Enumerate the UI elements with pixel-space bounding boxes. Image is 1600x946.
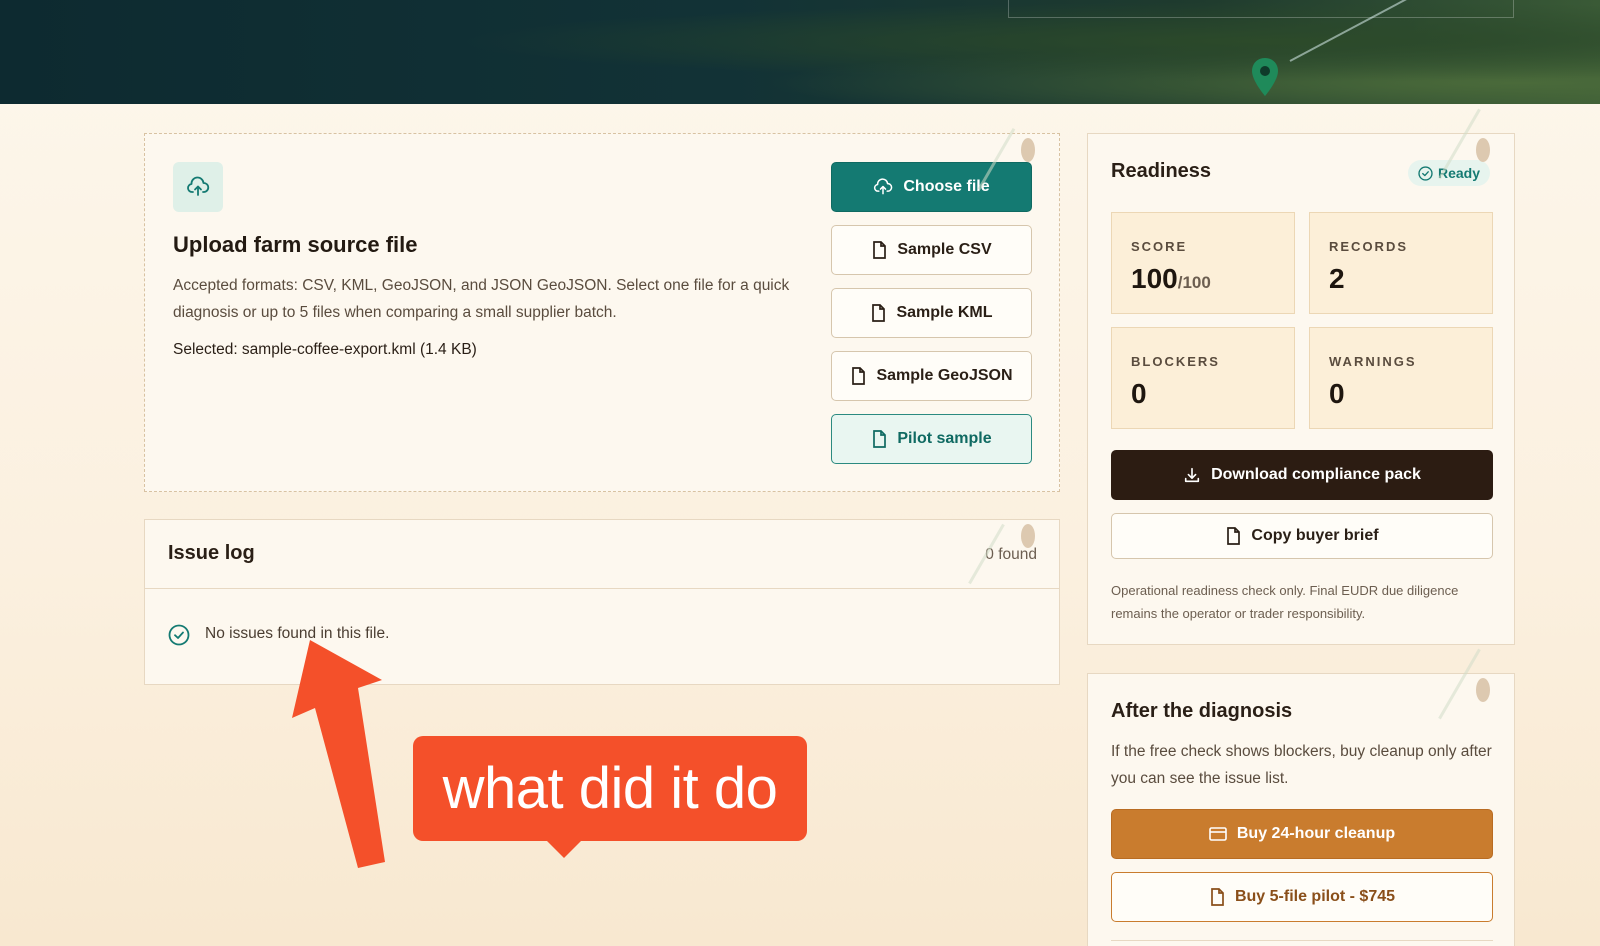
divider: [1111, 940, 1493, 941]
upload-card: Upload farm source file Accepted formats…: [144, 127, 1060, 492]
download-compliance-pack-button[interactable]: Download compliance pack: [1111, 450, 1493, 500]
choose-file-button[interactable]: Choose file: [831, 162, 1032, 212]
file-icon: [873, 430, 887, 448]
warnings-stat: WARNINGS 0: [1309, 327, 1493, 429]
file-icon: [852, 367, 866, 385]
pilot-sample-label: Pilot sample: [897, 430, 992, 447]
buy-cleanup-label: Buy 24-hour cleanup: [1236, 825, 1396, 842]
coffee-bean-decoration: [1476, 138, 1490, 162]
sample-kml-button[interactable]: Sample KML: [831, 288, 1032, 338]
check-circle-icon: [1418, 165, 1433, 181]
score-label: SCORE: [1131, 239, 1188, 254]
file-icon: [872, 304, 886, 322]
sample-csv-button[interactable]: Sample CSV: [831, 225, 1032, 275]
upload-cloud-icon: [187, 176, 210, 196]
upload-icon-box: [173, 162, 223, 212]
score-value: 100/100: [1131, 263, 1211, 295]
hero-overlay-box: [1008, 0, 1514, 18]
records-label: RECORDS: [1329, 239, 1409, 254]
pilot-sample-button[interactable]: Pilot sample: [831, 414, 1032, 464]
warnings-value: 0: [1329, 378, 1345, 409]
issue-count: 0 found: [985, 546, 1037, 563]
blockers-label: BLOCKERS: [1131, 354, 1220, 369]
download-icon: [1184, 467, 1200, 483]
after-diagnosis-title: After the diagnosis: [1111, 700, 1293, 722]
selected-file-label: Selected: sample-coffee-export.kml (1.4 …: [173, 341, 477, 358]
score-max: /100: [1177, 273, 1211, 292]
score-stat: SCORE 100/100: [1111, 212, 1295, 314]
sample-geojson-button[interactable]: Sample GeoJSON: [831, 351, 1032, 401]
records-stat: RECORDS 2: [1309, 212, 1493, 314]
file-icon: [873, 241, 887, 259]
coffee-bean-decoration: [1021, 138, 1035, 162]
readiness-title: Readiness: [1111, 160, 1212, 182]
buy-pilot-label: Buy 5-file pilot - $745: [1234, 888, 1396, 905]
records-value: 2: [1329, 263, 1345, 294]
coffee-bean-decoration: [1476, 678, 1490, 702]
coffee-bean-decoration: [1021, 524, 1035, 548]
file-icon: [1211, 888, 1224, 906]
download-label: Download compliance pack: [1211, 466, 1421, 483]
file-icon: [1227, 527, 1241, 545]
map-pin-icon: [1252, 58, 1278, 96]
buy-cleanup-button[interactable]: Buy 24-hour cleanup: [1111, 809, 1493, 859]
readiness-card: Readiness Ready SCORE 100/100 RECORDS 2 …: [1087, 108, 1515, 645]
blockers-stat: BLOCKERS 0: [1111, 327, 1295, 429]
annotation-arrow-icon: [292, 640, 385, 868]
after-diagnosis-description: If the free check shows blockers, buy cl…: [1111, 743, 1492, 787]
issue-log-title: Issue log: [168, 542, 255, 564]
annotation-text: what did it do: [442, 756, 778, 821]
annotation-callout-tail: [546, 840, 582, 858]
hero-banner: [0, 0, 1600, 104]
sample-kml-label: Sample KML: [896, 304, 993, 321]
annotation-callout: what did it do: [413, 736, 807, 841]
upload-cloud-icon: [874, 178, 893, 195]
buy-pilot-button[interactable]: Buy 5-file pilot - $745: [1111, 872, 1493, 922]
copy-buyer-brief-label: Copy buyer brief: [1251, 527, 1379, 544]
issue-log-header: Issue log 0 found: [145, 520, 1059, 589]
readiness-disclaimer: Operational readiness check only. Final …: [1111, 583, 1459, 621]
copy-buyer-brief-button[interactable]: Copy buyer brief: [1111, 513, 1493, 559]
decorative-stroke: [1438, 648, 1481, 720]
upload-description: Accepted formats: CSV, KML, GeoJSON, and…: [173, 277, 790, 321]
sample-geojson-label: Sample GeoJSON: [876, 367, 1013, 384]
check-circle-icon: [168, 624, 190, 646]
warnings-label: WARNINGS: [1329, 354, 1417, 369]
sample-csv-label: Sample CSV: [897, 241, 992, 258]
choose-file-label: Choose file: [903, 178, 990, 195]
credit-card-icon: [1209, 827, 1227, 841]
score-number: 100: [1131, 263, 1178, 294]
blockers-value: 0: [1131, 378, 1147, 409]
upload-title: Upload farm source file: [173, 232, 418, 257]
after-diagnosis-card: After the diagnosis If the free check sh…: [1087, 648, 1515, 946]
